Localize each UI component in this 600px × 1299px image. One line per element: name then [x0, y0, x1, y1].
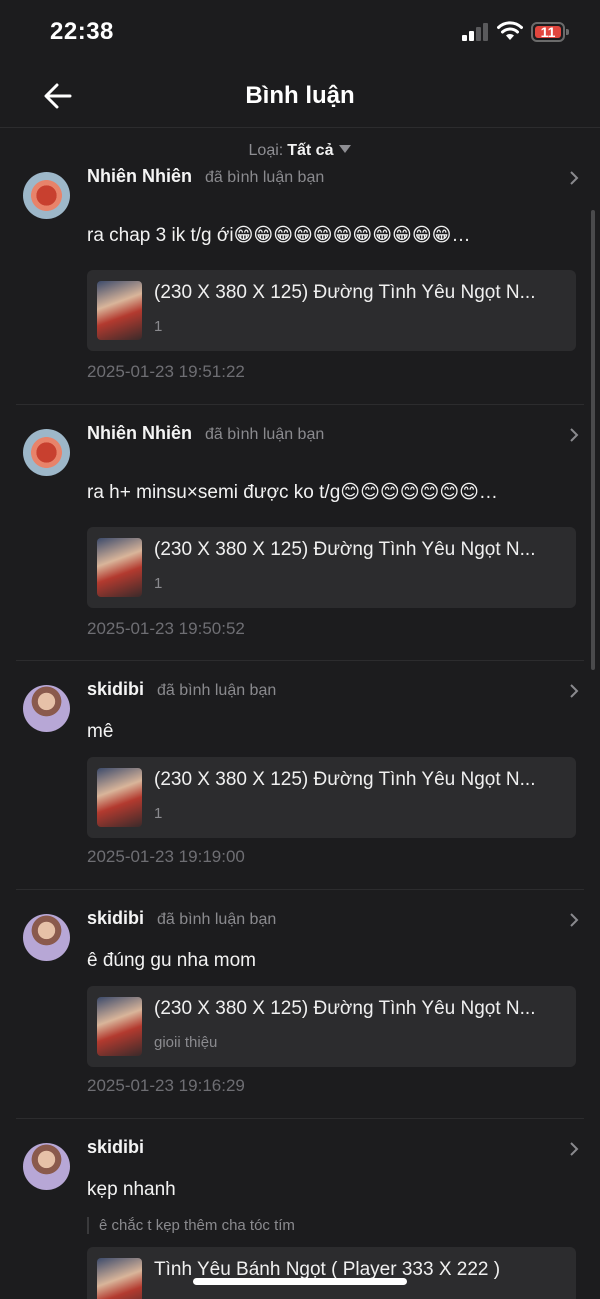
quoted-reply: ê chắc t kẹp thêm cha tóc tím — [87, 1217, 295, 1234]
status-bar: 22:38 11 — [0, 0, 600, 64]
chevron-right-icon[interactable] — [568, 912, 580, 928]
avatar[interactable] — [23, 1143, 70, 1190]
chevron-right-icon[interactable] — [568, 170, 580, 186]
battery-icon: 11 — [531, 22, 569, 42]
story-title: (230 X 380 X 125) Đường Tình Yêu Ngọt N.… — [154, 539, 536, 560]
filter-dropdown[interactable]: Loại: Tất cả — [0, 142, 600, 160]
cellular-signal-icon — [462, 23, 488, 41]
comment-list: Nhiên Nhiên đã bình luận bạn ra chap 3 i… — [0, 148, 600, 1299]
scrollbar[interactable] — [591, 210, 595, 670]
comment-text: ra chap 3 ik t/g ới😁😁😁😁😁😁😁😁😁😁😁… — [87, 225, 471, 246]
avatar[interactable] — [23, 914, 70, 961]
story-subtitle: 1 — [154, 318, 163, 335]
timestamp: 2025-01-23 19:19:00 — [87, 847, 245, 866]
username[interactable]: skidibi — [87, 1137, 144, 1157]
story-card[interactable]: (230 X 380 X 125) Đường Tình Yêu Ngọt N.… — [87, 527, 576, 608]
story-thumbnail — [97, 997, 142, 1056]
comment-text: kẹp nhanh — [87, 1179, 176, 1200]
story-card[interactable]: (230 X 380 X 125) Đường Tình Yêu Ngọt N.… — [87, 757, 576, 838]
comment-text: ê đúng gu nha mom — [87, 950, 257, 971]
timestamp: 2025-01-23 19:51:22 — [87, 362, 245, 381]
action-text: đã bình luận bạn — [157, 682, 277, 699]
avatar[interactable] — [23, 685, 70, 732]
battery-level: 11 — [540, 24, 556, 40]
action-text: đã bình luận bạn — [205, 426, 325, 443]
story-card[interactable]: Tình Yêu Bánh Ngọt ( Player 333 X 222 ) — [87, 1247, 576, 1299]
username[interactable]: Nhiên Nhiên — [87, 166, 192, 186]
username[interactable]: Nhiên Nhiên — [87, 423, 192, 443]
username[interactable]: skidibi — [87, 679, 144, 699]
avatar[interactable] — [23, 429, 70, 476]
notification-item[interactable]: Nhiên Nhiên đã bình luận bạn ra h+ minsu… — [16, 405, 584, 661]
chevron-right-icon[interactable] — [568, 427, 580, 443]
notification-item[interactable]: skidibi đã bình luận bạn mê (230 X 380 X… — [16, 661, 584, 890]
timestamp: 2025-01-23 19:16:29 — [87, 1076, 245, 1095]
nav-bar: Bình luận — [0, 64, 600, 128]
story-thumbnail — [97, 768, 142, 827]
story-card[interactable]: (230 X 380 X 125) Đường Tình Yêu Ngọt N.… — [87, 270, 576, 351]
story-subtitle: 1 — [154, 805, 163, 822]
story-thumbnail — [97, 538, 142, 597]
page-title: Bình luận — [245, 82, 355, 109]
username[interactable]: skidibi — [87, 908, 144, 928]
chevron-right-icon[interactable] — [568, 683, 580, 699]
notification-item[interactable]: Nhiên Nhiên đã bình luận bạn ra chap 3 i… — [16, 148, 584, 405]
filter-value: Tất cả — [287, 142, 334, 159]
story-title: (230 X 380 X 125) Đường Tình Yêu Ngọt N.… — [154, 998, 536, 1019]
action-text: đã bình luận bạn — [205, 169, 325, 186]
wifi-icon — [497, 21, 523, 40]
filter-label: Loại: — [248, 142, 284, 159]
avatar[interactable] — [23, 172, 70, 219]
action-text: đã bình luận bạn — [157, 911, 277, 928]
comment-text: ra h+ minsu×semi được ko t/g😊😊😊😊😊😊😊… — [87, 482, 498, 503]
caret-down-icon — [339, 145, 352, 153]
story-subtitle: gioii thiệu — [154, 1034, 218, 1051]
story-thumbnail — [97, 281, 142, 340]
story-title: (230 X 380 X 125) Đường Tình Yêu Ngọt N.… — [154, 769, 536, 790]
comment-text: mê — [87, 721, 114, 742]
story-title: (230 X 380 X 125) Đường Tình Yêu Ngọt N.… — [154, 282, 536, 303]
notification-item[interactable]: skidibi đã bình luận bạn ê đúng gu nha m… — [16, 890, 584, 1119]
timestamp: 2025-01-23 19:50:52 — [87, 619, 245, 638]
story-subtitle: 1 — [154, 575, 163, 592]
story-card[interactable]: (230 X 380 X 125) Đường Tình Yêu Ngọt N.… — [87, 986, 576, 1067]
chevron-right-icon[interactable] — [568, 1141, 580, 1157]
notification-item[interactable]: skidibi kẹp nhanh ê chắc t kẹp thêm cha … — [16, 1119, 584, 1299]
home-indicator[interactable] — [193, 1278, 407, 1285]
story-thumbnail — [97, 1258, 142, 1299]
status-time: 22:38 — [50, 18, 114, 45]
